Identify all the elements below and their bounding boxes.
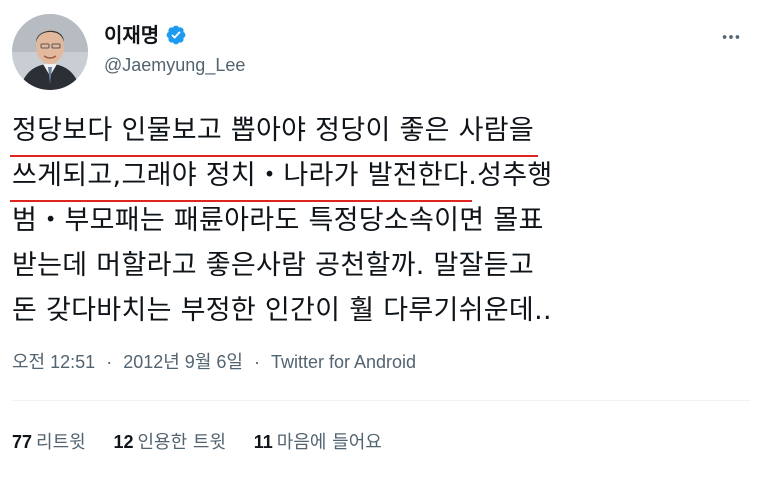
user-handle[interactable]: @Jaemyung_Lee — [104, 52, 245, 78]
tweet-line-1: 정당보다 인물보고 뽑아야 정당이 좋은 사람을 — [9, 108, 750, 157]
like-count: 11 — [253, 432, 273, 452]
retweets-stat[interactable]: 77 리트윗 — [12, 428, 86, 454]
display-name-text[interactable]: 이재명 — [104, 22, 159, 48]
tweet-line-5: 돈 갖다바치는 부정한 인간이 훨 다루기쉬운데.. — [12, 288, 750, 333]
tweet-line-3: 범・부모패는 패륜아라도 특정당소속이면 몰표 — [12, 198, 750, 243]
retweet-label: 리트윗 — [36, 432, 86, 453]
more-options-icon[interactable] — [716, 22, 746, 52]
retweet-count: 77 — [12, 432, 33, 452]
tweet-source[interactable]: Twitter for Android — [271, 352, 416, 373]
quote-label: 인용한 트윗 — [137, 432, 227, 453]
tweet-line-4: 받는데 머할라고 좋은사람 공천할까. 말잘듣고 — [12, 243, 750, 288]
divider — [12, 400, 750, 401]
display-name[interactable]: 이재명 — [104, 22, 187, 48]
tweet-date[interactable]: 2012년 9월 6일 — [123, 348, 243, 374]
tweet-stats: 77 리트윗 12 인용한 트윗 11 마음에 들어요 — [12, 428, 404, 454]
quotes-stat[interactable]: 12 인용한 트윗 — [113, 428, 226, 454]
tweet-line-text: .성추행 — [468, 160, 553, 191]
tweet-text: 정당보다 인물보고 뽑아야 정당이 좋은 사람을 쓰게되고,그래야 정치・나라가… — [9, 108, 750, 333]
underlined-phrase: 정당보다 인물보고 뽑아야 정당이 좋은 사람을 — [9, 108, 539, 157]
quote-count: 12 — [113, 432, 134, 452]
underlined-phrase: 쓰게되고,그래야 정치・나라가 발전한다 — [9, 153, 473, 202]
like-label: 마음에 들어요 — [276, 432, 382, 453]
tweet-time[interactable]: 오전 12:51 — [12, 348, 95, 374]
avatar[interactable] — [12, 14, 88, 90]
likes-stat[interactable]: 11 마음에 들어요 — [254, 428, 382, 454]
verified-badge-icon — [165, 24, 187, 46]
meta-separator: · — [253, 352, 260, 372]
tweet-line-text: 범・부모패는 패륜아라도 특정당소속이면 몰표 — [12, 205, 544, 236]
tweet-line-text: 받는데 머할라고 좋은사람 공천할까. 말잘듣고 — [12, 250, 535, 281]
tweet-line-2: 쓰게되고,그래야 정치・나라가 발전한다.성추행 — [9, 153, 750, 202]
user-info: 이재명 @Jaemyung_Lee — [104, 22, 245, 78]
tweet-line-text: 돈 갖다바치는 부정한 인간이 훨 다루기쉬운데.. — [12, 295, 552, 326]
tweet-meta: 오전 12:51 · 2012년 9월 6일 · Twitter for And… — [12, 348, 416, 374]
meta-separator: · — [106, 352, 113, 372]
tweet-header: 이재명 @Jaemyung_Lee — [12, 12, 750, 92]
